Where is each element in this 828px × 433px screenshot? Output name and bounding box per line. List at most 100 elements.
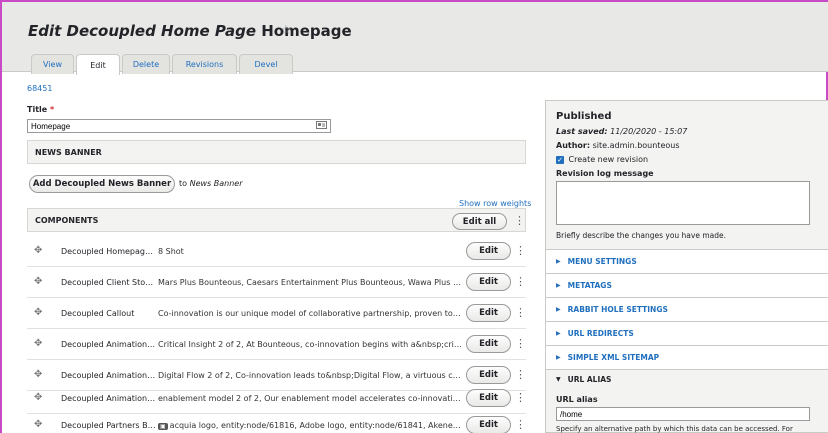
drag-handle-icon[interactable]: ✥	[34, 276, 42, 287]
row-edit-button[interactable]: Edit	[466, 389, 511, 407]
kebab-menu-icon[interactable]: ⋮	[515, 391, 526, 404]
author-value: site.admin.bounteous	[592, 141, 680, 150]
rabbit-hole-settings-toggle[interactable]: ▶ RABBIT HOLE SETTINGS	[546, 297, 828, 321]
row-title: Decoupled Animation…	[61, 394, 156, 403]
triangle-right-icon: ▶	[556, 306, 561, 313]
table-row: ✥ Decoupled Partners B… ▣ acquia logo, en…	[27, 411, 526, 433]
row-summary: Mars Plus Bounteous, Caesars Entertainme…	[158, 278, 463, 287]
page-title-name: Homepage	[261, 22, 352, 40]
row-title: Decoupled Client Sto…	[61, 278, 154, 287]
last-saved-value: 11/20/2020 - 15:07	[610, 127, 688, 136]
url-alias-input[interactable]	[556, 407, 810, 421]
url-redirects-label: URL REDIRECTS	[567, 329, 634, 338]
node-id-link[interactable]: 68451	[27, 84, 52, 93]
tab-view[interactable]: View	[31, 54, 74, 74]
table-row: ✥ Decoupled Animation… Critical Insight …	[27, 330, 526, 360]
add-target-text: to News Banner	[179, 179, 242, 188]
kebab-menu-icon[interactable]: ⋮	[515, 418, 526, 431]
tab-devel[interactable]: Devel	[239, 54, 293, 74]
create-revision-checkbox[interactable]: ✓	[556, 155, 564, 164]
components-heading-text: COMPONENTS	[35, 215, 99, 225]
row-title: Decoupled Callout	[61, 309, 135, 318]
title-input[interactable]	[27, 119, 331, 133]
favorite-star-icon[interactable]: ☆	[280, 23, 292, 38]
url-alias-toggle[interactable]: ▼ URL ALIAS	[546, 369, 828, 389]
kebab-menu-icon[interactable]: ⋮	[514, 214, 525, 227]
kebab-menu-icon[interactable]: ⋮	[515, 275, 526, 288]
simple-xml-sitemap-label: SIMPLE XML SITEMAP	[567, 353, 660, 362]
tab-delete[interactable]: Delete	[122, 54, 170, 74]
menu-settings-label: MENU SETTINGS	[567, 257, 637, 266]
triangle-right-icon: ▶	[556, 330, 561, 337]
row-summary-text: acquia logo, entity:node/61816, Adobe lo…	[169, 421, 463, 430]
drag-handle-icon[interactable]: ✥	[34, 369, 42, 380]
row-title: Decoupled Homepag…	[61, 247, 153, 256]
drag-handle-icon[interactable]: ✥	[34, 419, 42, 430]
tab-edit[interactable]: Edit	[76, 54, 120, 75]
kebab-menu-icon[interactable]: ⋮	[515, 244, 526, 257]
row-summary: enablement model 2 of 2, Our enablement …	[158, 394, 463, 403]
page-title: Edit Decoupled Home Page Homepage	[28, 22, 352, 40]
row-edit-button[interactable]: Edit	[466, 416, 511, 433]
triangle-down-icon: ▼	[556, 376, 561, 383]
triangle-right-icon: ▶	[556, 258, 561, 265]
edit-all-button[interactable]: Edit all	[452, 213, 507, 230]
tab-revisions[interactable]: Revisions	[172, 54, 237, 74]
revision-help-text: Briefly describe the changes you have ma…	[556, 231, 727, 240]
row-summary: 8 Shot	[158, 247, 184, 256]
metatags-label: METATAGS	[567, 281, 612, 290]
row-title: Decoupled Animation…	[61, 340, 156, 349]
drag-handle-icon[interactable]: ✥	[34, 392, 42, 403]
kebab-menu-icon[interactable]: ⋮	[515, 337, 526, 350]
add-news-banner-button[interactable]: Add Decoupled News Banner	[29, 175, 175, 193]
row-edit-button[interactable]: Edit	[466, 335, 511, 353]
create-revision-option[interactable]: ✓ Create new revision	[556, 155, 648, 164]
drag-handle-icon[interactable]: ✥	[34, 307, 42, 318]
metatags-toggle[interactable]: ▶ METATAGS	[546, 273, 828, 297]
page-header: Edit Decoupled Home Page Homepage ☆ View…	[2, 2, 828, 75]
menu-settings-toggle[interactable]: ▶ MENU SETTINGS	[546, 249, 828, 273]
required-marker: *	[50, 105, 55, 114]
id-card-icon	[316, 121, 327, 132]
row-edit-button[interactable]: Edit	[466, 366, 511, 384]
show-row-weights-link[interactable]: Show row weights	[459, 199, 531, 208]
kebab-menu-icon[interactable]: ⋮	[515, 368, 526, 381]
page-title-type: Decoupled Home Page	[66, 22, 256, 40]
url-alias-section-label: URL ALIAS	[567, 375, 612, 384]
page-title-prefix: Edit	[28, 22, 62, 40]
publish-status: Published	[556, 111, 612, 122]
revision-log-textarea[interactable]	[556, 181, 810, 225]
to-target: News Banner	[189, 179, 243, 188]
table-row: ✥ Decoupled Client Sto… Mars Plus Bounte…	[27, 268, 526, 298]
author-label: Author:	[556, 141, 591, 150]
last-saved: Last saved: 11/20/2020 - 15:07	[556, 127, 687, 136]
image-icon: ▣	[158, 423, 168, 430]
url-alias-label: URL alias	[556, 395, 598, 404]
last-saved-label: Last saved:	[556, 127, 608, 136]
row-edit-button[interactable]: Edit	[466, 273, 511, 291]
triangle-right-icon: ▶	[556, 354, 561, 361]
drag-handle-icon[interactable]: ✥	[34, 245, 42, 256]
revision-log-label: Revision log message	[556, 169, 654, 178]
row-summary: ▣ acquia logo, entity:node/61816, Adobe l…	[158, 421, 463, 430]
to-label: to	[179, 179, 188, 188]
news-banner-heading: NEWS BANNER	[27, 140, 526, 164]
title-field-label: Title *	[27, 105, 54, 114]
primary-tabs: View Edit Delete Revisions Devel	[31, 54, 295, 75]
rabbit-hole-settings-label: RABBIT HOLE SETTINGS	[567, 305, 668, 314]
kebab-menu-icon[interactable]: ⋮	[515, 306, 526, 319]
drag-handle-icon[interactable]: ✥	[34, 338, 42, 349]
row-summary: Co-innovation is our unique model of col…	[158, 309, 463, 318]
row-title: Decoupled Partners B…	[61, 421, 156, 430]
table-row: ✥ Decoupled Homepag… 8 Shot Edit ⋮	[27, 237, 526, 267]
table-row: ✥ Decoupled Animation… enablement model …	[27, 384, 526, 414]
row-edit-button[interactable]: Edit	[466, 304, 511, 322]
create-revision-label: Create new revision	[568, 155, 649, 164]
author: Author: site.admin.bounteous	[556, 141, 680, 150]
url-redirects-toggle[interactable]: ▶ URL REDIRECTS	[546, 321, 828, 345]
row-edit-button[interactable]: Edit	[466, 242, 511, 260]
simple-xml-sitemap-toggle[interactable]: ▶ SIMPLE XML SITEMAP	[546, 345, 828, 369]
row-summary: Digital Flow 2 of 2, Co-innovation leads…	[158, 371, 463, 380]
url-alias-help-text: Specify an alternative path by which thi…	[556, 425, 793, 433]
row-summary: Critical Insight 2 of 2, At Bounteous, c…	[158, 340, 463, 349]
